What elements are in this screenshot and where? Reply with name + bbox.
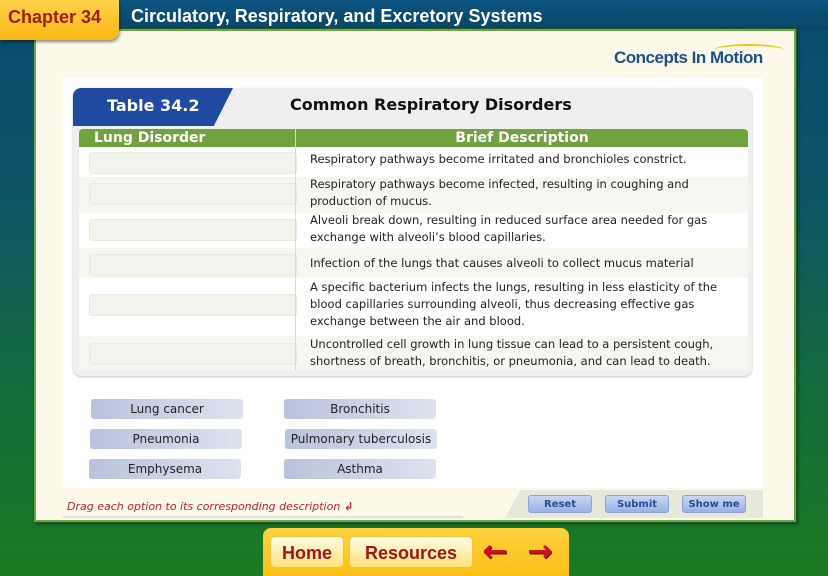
- table-row: A specific bacterium infects the lungs, …: [79, 278, 748, 336]
- page-title: Circulatory, Respiratory, and Excretory …: [131, 6, 543, 26]
- arrow-right-icon[interactable]: →: [521, 537, 559, 567]
- drop-slot[interactable]: [89, 343, 297, 365]
- instruction-text: Drag each option to its corresponding de…: [67, 500, 353, 513]
- resources-button[interactable]: Resources: [349, 536, 473, 568]
- instruction-label: Drag each option to its corresponding de…: [67, 500, 341, 513]
- table-row: Respiratory pathways become irritated an…: [79, 147, 748, 177]
- arrow-left-icon[interactable]: ←: [476, 537, 514, 567]
- row-description: A specific bacterium infects the lungs, …: [310, 280, 718, 328]
- concepts-in-motion-logo: Concepts In Motion: [614, 44, 790, 76]
- show-me-button[interactable]: Show me: [682, 495, 746, 513]
- drop-slot[interactable]: [89, 152, 297, 174]
- table-row: Uncontrolled cell growth in lung tissue …: [79, 336, 748, 370]
- table-row: Alveoli break down, resulting in reduced…: [79, 213, 748, 248]
- option-asthma[interactable]: Asthma: [284, 459, 436, 479]
- return-arrow-icon: ↲: [340, 500, 354, 513]
- row-description: Respiratory pathways become infected, re…: [310, 177, 689, 208]
- drop-slot[interactable]: [89, 254, 297, 276]
- drop-slot[interactable]: [89, 219, 297, 241]
- option-pneumonia[interactable]: Pneumonia: [90, 429, 242, 449]
- option-pulmonary-tuberculosis[interactable]: Pulmonary tuberculosis: [285, 429, 437, 449]
- logo-text: Concepts In Motion: [614, 48, 763, 67]
- row-description: Alveoli break down, resulting in reduced…: [310, 213, 708, 244]
- submit-button[interactable]: Submit: [605, 495, 669, 513]
- row-description: Infection of the lungs that causes alveo…: [310, 256, 694, 270]
- row-description: Uncontrolled cell growth in lung tissue …: [310, 337, 714, 368]
- row-description: Respiratory pathways become irritated an…: [310, 152, 687, 166]
- home-button[interactable]: Home: [270, 536, 344, 568]
- column-divider: [295, 129, 296, 370]
- option-emphysema[interactable]: Emphysema: [89, 459, 241, 479]
- table-row: Infection of the lungs that causes alveo…: [79, 248, 748, 278]
- table-row: Respiratory pathways become infected, re…: [79, 177, 748, 213]
- chapter-tab: Chapter 34: [0, 0, 119, 40]
- column-header-brief-description: Brief Description: [455, 130, 589, 146]
- chapter-label: Chapter 34: [8, 7, 102, 27]
- divider: [63, 516, 463, 518]
- table-number: Table 34.2: [107, 96, 200, 115]
- option-bronchitis[interactable]: Bronchitis: [284, 399, 436, 419]
- drop-slot[interactable]: [89, 183, 297, 205]
- column-header-lung-disorder: Lung Disorder: [94, 130, 206, 146]
- drop-slot[interactable]: [89, 294, 297, 316]
- table-title: Common Respiratory Disorders: [290, 95, 572, 114]
- reset-button[interactable]: Reset: [528, 495, 592, 513]
- option-lung-cancer[interactable]: Lung cancer: [91, 399, 243, 419]
